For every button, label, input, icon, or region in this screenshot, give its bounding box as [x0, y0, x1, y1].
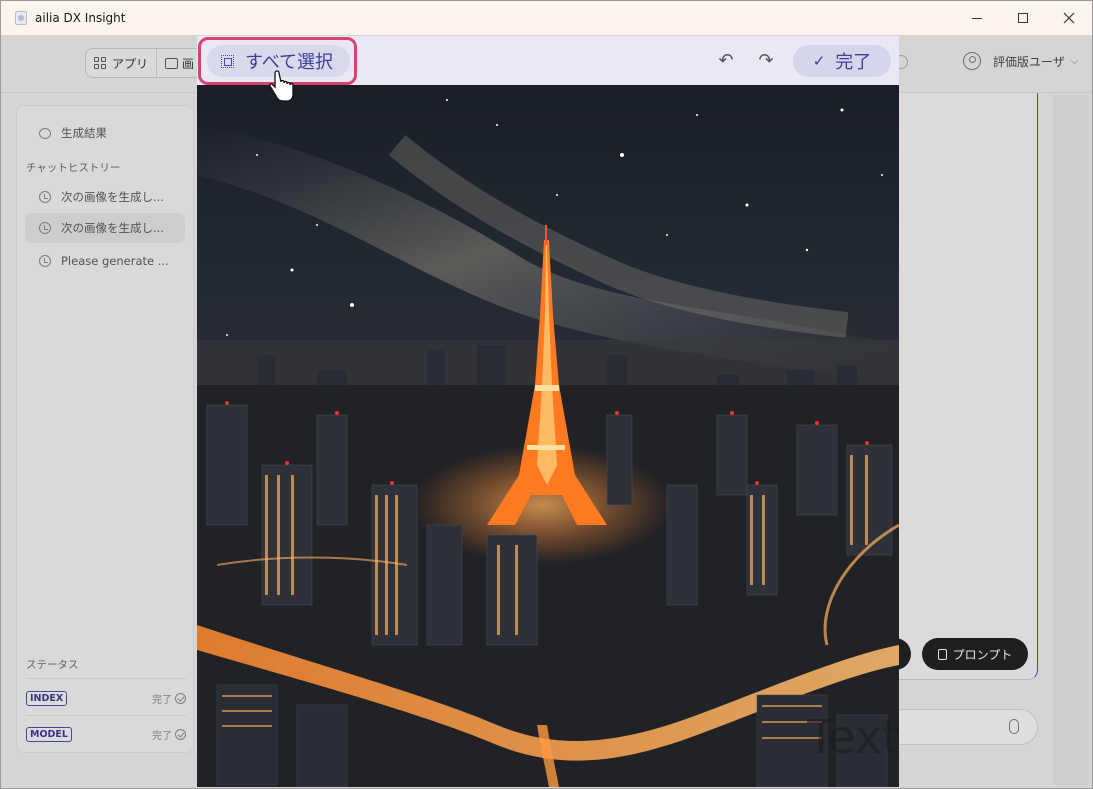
app-icon: [15, 11, 27, 25]
index-badge: INDEX: [26, 690, 68, 706]
tab-apps-label: アプリ: [112, 56, 149, 71]
undo-button[interactable]: ↶: [715, 48, 737, 72]
model-badge: MODEL: [26, 726, 72, 742]
history-item[interactable]: 次の画像を生成し...: [25, 182, 185, 212]
chat-bubble-icon: [39, 127, 51, 139]
editor-toolbar: すべて選択 ↶ ↷ ✓ 完了: [197, 36, 899, 85]
divider: [26, 678, 186, 679]
chevron-down-icon: ⌵: [1070, 55, 1079, 67]
status-state: 完了: [152, 691, 186, 706]
status-heading: ステータス: [26, 659, 79, 671]
app-window: ailia DX Insight アプリ 画 評価版ユーザ ⌵ 生成結果 チャッ…: [0, 0, 1093, 789]
window-title: ailia DX Insight: [35, 11, 126, 25]
user-icon: [963, 52, 981, 70]
minimize-button[interactable]: [954, 1, 1000, 35]
sidebar-item-label: 生成結果: [61, 126, 107, 140]
history-item-label: 次の画像を生成し...: [61, 221, 164, 235]
tab-image[interactable]: 画: [157, 49, 202, 77]
check-circle-icon: [175, 692, 186, 704]
done-label: 完了: [835, 52, 872, 73]
divider: [26, 715, 186, 716]
status-row-index: INDEX 完了: [26, 689, 186, 707]
status-state-label: 完了: [152, 694, 172, 706]
minimize-icon: [972, 17, 982, 19]
history-item[interactable]: Please generate ...: [25, 246, 185, 276]
sidebar-item-results[interactable]: 生成結果: [25, 118, 185, 148]
scroll-track[interactable]: [1053, 95, 1089, 785]
maximize-button[interactable]: [1000, 1, 1046, 35]
prompt-button[interactable]: プロンプト: [922, 638, 1028, 670]
history-item[interactable]: 次の画像を生成し...: [25, 213, 185, 243]
history-icon: [39, 191, 51, 203]
maximize-icon: [1018, 13, 1028, 23]
history-icon: [39, 222, 51, 234]
status-state-label: 完了: [152, 730, 172, 742]
close-button[interactable]: [1046, 1, 1092, 35]
check-icon: ✓: [812, 52, 826, 70]
undo-icon: ↶: [718, 49, 734, 71]
image-edit-icon: [165, 57, 179, 69]
check-circle-icon: [175, 728, 186, 740]
image-editor: Text すべて選択 ↶ ↷ ✓ 完了: [197, 36, 899, 787]
status-row-model: MODEL 完了: [26, 725, 186, 743]
redo-icon: ↷: [758, 49, 774, 71]
status-state: 完了: [152, 727, 186, 742]
sidebar: 生成結果 チャットヒストリー 次の画像を生成し... 次の画像を生成し... P…: [16, 105, 194, 753]
history-item-label: Please generate ...: [61, 254, 169, 268]
tab-apps[interactable]: アプリ: [86, 49, 158, 77]
grid-icon: [94, 57, 106, 69]
user-menu[interactable]: 評価版ユーザ ⌵: [963, 52, 1078, 70]
select-all-icon: [221, 54, 234, 68]
history-heading: チャットヒストリー: [26, 162, 121, 174]
title-bar: ailia DX Insight: [1, 1, 1092, 35]
tab-image-label: 画: [182, 56, 195, 71]
microphone-icon[interactable]: [1009, 719, 1019, 734]
history-icon: [39, 255, 51, 267]
history-item-label: 次の画像を生成し...: [61, 190, 164, 204]
redo-button[interactable]: ↷: [755, 48, 777, 72]
watermark-text: Text: [806, 710, 899, 764]
image-canvas[interactable]: Text: [197, 85, 899, 787]
generated-image: Text: [197, 85, 899, 787]
prompt-button-label: プロンプト: [952, 647, 1013, 662]
close-icon: [1063, 12, 1075, 24]
hand-cursor-icon: [269, 70, 294, 102]
done-button[interactable]: ✓ 完了: [793, 45, 891, 77]
user-label: 評価版ユーザ: [993, 54, 1065, 69]
clipboard-icon: [937, 648, 947, 660]
